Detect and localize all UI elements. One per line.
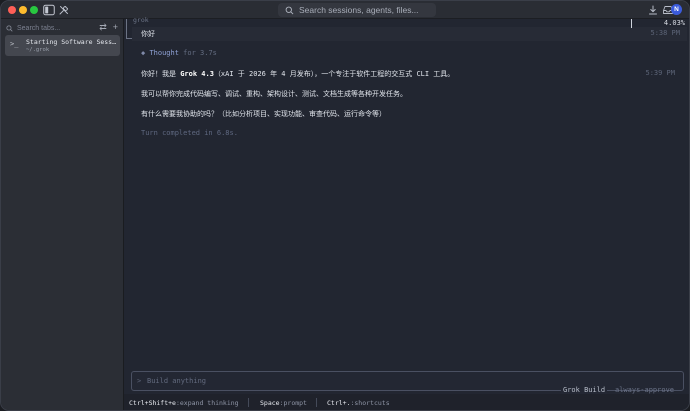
shortcut-key: Ctrl+. xyxy=(327,399,351,407)
search-icon xyxy=(285,6,294,14)
user-message-time: 5:38 PM xyxy=(650,29,680,37)
thought-duration: for 3.7s xyxy=(183,49,217,57)
thought-toggle[interactable]: ◆ Thought for 3.7s xyxy=(141,49,217,57)
shortcut-action: :expand thinking xyxy=(175,399,239,407)
tab-search-placeholder: Search tabs... xyxy=(17,24,61,32)
response-line-1-suffix: （xAI 于 2026 年 4 月发布），一个专注于软件工程的交互式 CLI 工… xyxy=(213,70,455,78)
shortcut-action: :shortcuts xyxy=(350,399,390,407)
sidebar-session-item[interactable]: >_ Starting Software Sessio... ~/.grok xyxy=(5,35,120,56)
prompt-placeholder: Build anything xyxy=(147,377,207,385)
text-cursor xyxy=(631,19,632,28)
shortcut-shortcuts: Ctrl+.:shortcuts xyxy=(327,399,390,407)
status-divider xyxy=(248,398,249,407)
maximize-window-button[interactable] xyxy=(30,6,38,14)
sidebar-actions: ⇄ + xyxy=(99,22,118,32)
status-bar: Ctrl+Shift+e:expand thinking Space:promp… xyxy=(124,394,689,410)
global-search-bar[interactable]: Search sessions, agents, files... xyxy=(278,3,436,17)
approval-mode[interactable]: always-approve xyxy=(615,386,674,394)
mode-selector[interactable]: Grok Build xyxy=(561,386,608,394)
model-name: Grok 4.3 xyxy=(180,70,214,78)
response-time: 5:39 PM xyxy=(645,69,675,77)
global-search-placeholder: Search sessions, agents, files... xyxy=(299,5,419,15)
status-divider xyxy=(316,398,317,407)
search-icon xyxy=(6,24,13,32)
session-path: ~/.grok xyxy=(26,47,50,53)
context-usage: 4.03% xyxy=(663,19,685,27)
shortcut-expand-thinking: Ctrl+Shift+e:expand thinking xyxy=(129,399,239,407)
prompt-chevron-icon: > xyxy=(137,377,142,385)
conversation-pane: grok 你好 5:38 PM 4.03% ◆ Thought for 3.7s… xyxy=(124,16,689,410)
user-avatar[interactable]: N xyxy=(671,4,682,15)
session-title: Starting Software Sessio... xyxy=(26,38,118,46)
user-message-row: 你好 5:38 PM xyxy=(132,27,687,41)
minimize-window-button[interactable] xyxy=(19,6,27,14)
turn-status: Turn completed in 6.8s. xyxy=(141,129,238,137)
response-line-2: 我可以帮你完成代码编写、调试、重构、架构设计、测试、文档生成等各种开发任务。 xyxy=(141,90,407,98)
switch-icon[interactable]: ⇄ xyxy=(99,22,107,32)
sidebar-toggle-icon[interactable] xyxy=(43,4,55,16)
response-line-1: 你好！我是 Grok 4.3（xAI 于 2026 年 4 月发布），一个专注于… xyxy=(141,69,454,79)
terminal-icon: >_ xyxy=(10,40,19,48)
banner-label: grok xyxy=(133,16,149,24)
titlebar: Search sessions, agents, files... N xyxy=(1,1,689,19)
response-line-3: 有什么需要我协助的吗？（比如分析项目、实现功能、审查代码、运行命令等） xyxy=(141,110,386,118)
shortcut-action: :prompt xyxy=(279,399,307,407)
sidebar: Search tabs... ⇄ + >_ Starting Software … xyxy=(1,19,124,410)
shortcut-prompt: Space:prompt xyxy=(260,399,307,407)
thought-label: Thought xyxy=(149,49,179,57)
response-line-1-prefix: 你好！我是 xyxy=(141,70,181,78)
new-tab-icon[interactable]: + xyxy=(113,22,118,32)
user-message: 你好 xyxy=(141,30,155,38)
diamond-icon: ◆ xyxy=(141,49,146,57)
shortcut-key: Space xyxy=(260,399,280,407)
app-window: Search sessions, agents, files... N Sear… xyxy=(0,0,690,411)
shortcut-key: Ctrl+Shift+e xyxy=(129,399,176,407)
download-icon[interactable] xyxy=(647,4,659,16)
tools-icon[interactable] xyxy=(58,4,70,16)
close-window-button[interactable] xyxy=(8,6,16,14)
